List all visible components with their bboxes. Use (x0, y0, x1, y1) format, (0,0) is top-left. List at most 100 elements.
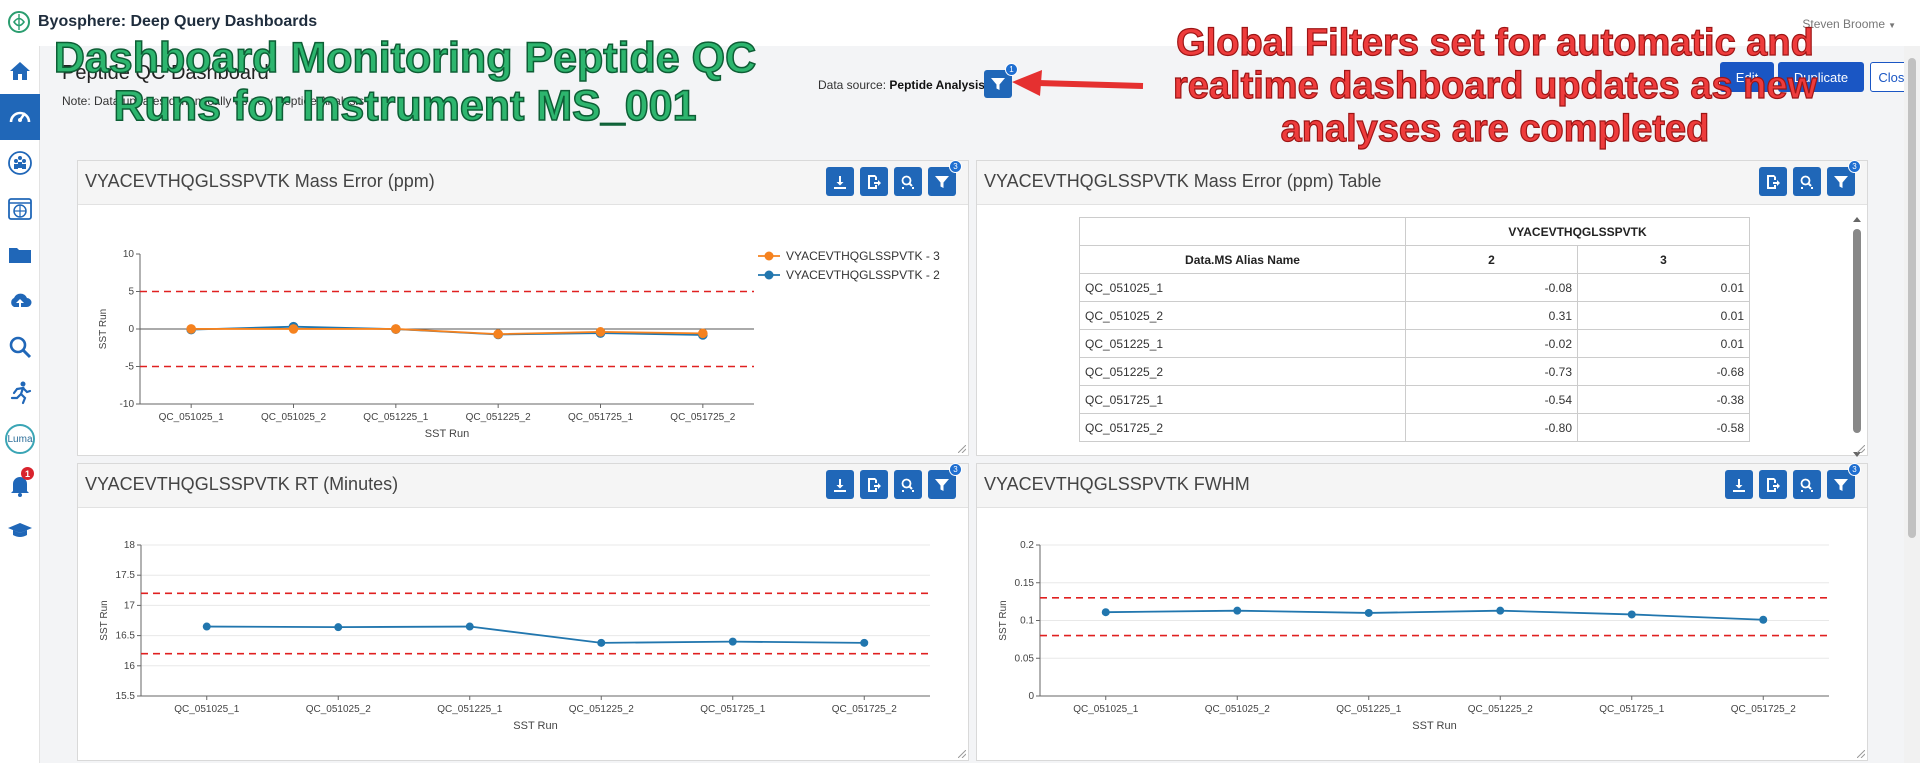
table-row: QC_051225_2 -0.73 -0.68 (1079, 357, 1750, 386)
resize-handle-icon[interactable] (958, 445, 966, 453)
page-scrollbar-thumb[interactable] (1908, 58, 1916, 538)
y-tick-label: -5 (125, 362, 134, 373)
dashboard-gauge-icon (9, 111, 31, 123)
x-tick-label: QC_051725_1 (1599, 704, 1664, 715)
query-icon (901, 175, 914, 189)
sidebar-item-notifications[interactable]: 1 (0, 462, 40, 508)
resize-handle-icon[interactable] (1857, 445, 1865, 453)
table-scrollbar[interactable] (1853, 215, 1861, 459)
x-tick-label: QC_051025_2 (1205, 704, 1270, 715)
panel-mass-error-chart: VYACEVTHQGLSSPVTK Mass Error (ppm) 3 10 5… (77, 160, 969, 456)
export-button[interactable] (860, 470, 888, 499)
query-button[interactable] (894, 470, 922, 499)
table-header-name[interactable]: Data.MS Alias Name (1079, 245, 1406, 274)
y-tick-label: 0.05 (1015, 653, 1035, 664)
series-line (1105, 609, 1764, 621)
scrollbar-thumb[interactable] (1853, 229, 1861, 433)
filter-count-badge: 3 (949, 160, 962, 173)
sidebar-item-people[interactable] (0, 140, 40, 186)
table-row: QC_051025_2 0.31 0.01 (1079, 301, 1750, 330)
data-point (597, 638, 606, 647)
cell-value-2: -0.80 (1405, 413, 1578, 442)
sidebar-item-upload[interactable] (0, 278, 40, 324)
filter-button[interactable]: 3 (1827, 463, 1861, 499)
panel-title: VYACEVTHQGLSSPVTK RT (Minutes) (85, 474, 399, 494)
data-point (1627, 610, 1636, 619)
filter-count-badge: 3 (949, 463, 962, 476)
cell-value-2: -0.08 (1405, 273, 1578, 302)
resize-handle-icon[interactable] (958, 750, 966, 758)
app-logo-icon[interactable] (8, 11, 30, 33)
sidebar-item-runs[interactable] (0, 370, 40, 416)
sidebar-item-luma[interactable]: Luma (0, 416, 40, 462)
query-button[interactable] (894, 167, 922, 196)
table-row: QC_051025_1 -0.08 0.01 (1079, 273, 1750, 302)
query-button[interactable] (1793, 470, 1821, 499)
x-tick-label: QC_051225_2 (466, 412, 531, 423)
sidebar-item-search[interactable] (0, 324, 40, 370)
cell-name: QC_051725_2 (1079, 413, 1406, 442)
sidebar-item-browser[interactable] (0, 186, 40, 232)
caret-down-icon: ▼ (1888, 21, 1896, 30)
filter-icon (991, 78, 1005, 90)
panel-header: VYACEVTHQGLSSPVTK Mass Error (ppm) Table… (977, 160, 1867, 205)
datasource-label: Data source: Peptide Analysis (818, 78, 985, 92)
y-tick-label: 5 (128, 287, 134, 298)
query-icon (901, 478, 914, 492)
x-axis-label: SST Run (1412, 720, 1456, 732)
cell-value-3: 0.01 (1577, 329, 1750, 358)
data-point (860, 638, 869, 647)
filter-button[interactable]: 3 (1827, 160, 1861, 196)
cell-name: QC_051025_2 (1079, 301, 1406, 330)
fwhm-line-chart: 0.2 0.15 0.1 0.05 0 QC_051025_1 QC_051025_2 QC_… (998, 540, 1829, 732)
runner-icon (10, 381, 32, 405)
data-point (202, 622, 211, 631)
graduation-cap-icon (8, 523, 32, 537)
export-button[interactable] (1759, 167, 1787, 196)
legend-label: VYACEVTHQGLSSPVTK - 3 (786, 249, 940, 263)
table-row: QC_051725_2 -0.80 -0.58 (1079, 413, 1750, 442)
download-button[interactable] (1725, 470, 1753, 499)
sidebar-item-learning[interactable] (0, 508, 40, 554)
resize-handle-icon[interactable] (1857, 750, 1865, 758)
table-header-col-2[interactable]: 2 (1405, 245, 1578, 274)
x-tick-label: QC_051025_2 (261, 412, 326, 423)
global-filter-button[interactable]: 1 (984, 63, 1018, 98)
export-icon (1767, 174, 1780, 189)
y-tick-label: 17.5 (116, 570, 136, 581)
download-button[interactable] (826, 470, 854, 499)
panel-title: VYACEVTHQGLSSPVTK Mass Error (ppm) (85, 171, 435, 191)
sidebar-item-files[interactable] (0, 232, 40, 278)
export-button[interactable] (860, 167, 888, 196)
data-point (288, 324, 299, 334)
data-point (1233, 606, 1242, 615)
filter-icon (1834, 478, 1848, 491)
x-tick-label: QC_051025_1 (174, 704, 239, 715)
y-tick-label: 0 (1028, 691, 1034, 702)
x-axis-label: SST Run (513, 720, 557, 732)
query-button[interactable] (1793, 167, 1821, 196)
x-tick-label: QC_051025_1 (159, 412, 224, 423)
x-tick-label: QC_051225_2 (1468, 704, 1533, 715)
page-scrollbar[interactable] (1904, 46, 1920, 763)
table-header-col-3[interactable]: 3 (1577, 245, 1750, 274)
filter-button[interactable]: 3 (928, 160, 962, 196)
sidebar-item-home[interactable] (0, 48, 40, 94)
filter-icon (935, 478, 949, 491)
data-point (1759, 615, 1768, 624)
download-button[interactable] (826, 167, 854, 196)
cloud-upload-icon (11, 293, 32, 307)
scroll-up-icon[interactable] (1853, 215, 1861, 223)
export-button[interactable] (1759, 470, 1787, 499)
cell-value-2: -0.54 (1405, 385, 1578, 414)
people-network-icon (8, 151, 32, 175)
x-tick-label: QC_051225_1 (363, 412, 428, 423)
mass-error-table: VYACEVTHQGLSSPVTK Data.MS Alias Name 2 3… (1079, 217, 1750, 442)
y-tick-label: 18 (124, 540, 136, 551)
panel-header: VYACEVTHQGLSSPVTK FWHM 3 (977, 463, 1867, 508)
filter-button[interactable]: 3 (928, 463, 962, 499)
y-tick-label: 17 (124, 600, 136, 611)
sidebar: Luma 1 (0, 46, 40, 763)
sidebar-item-dashboards[interactable] (0, 94, 40, 140)
x-tick-label: QC_051225_1 (1336, 704, 1401, 715)
